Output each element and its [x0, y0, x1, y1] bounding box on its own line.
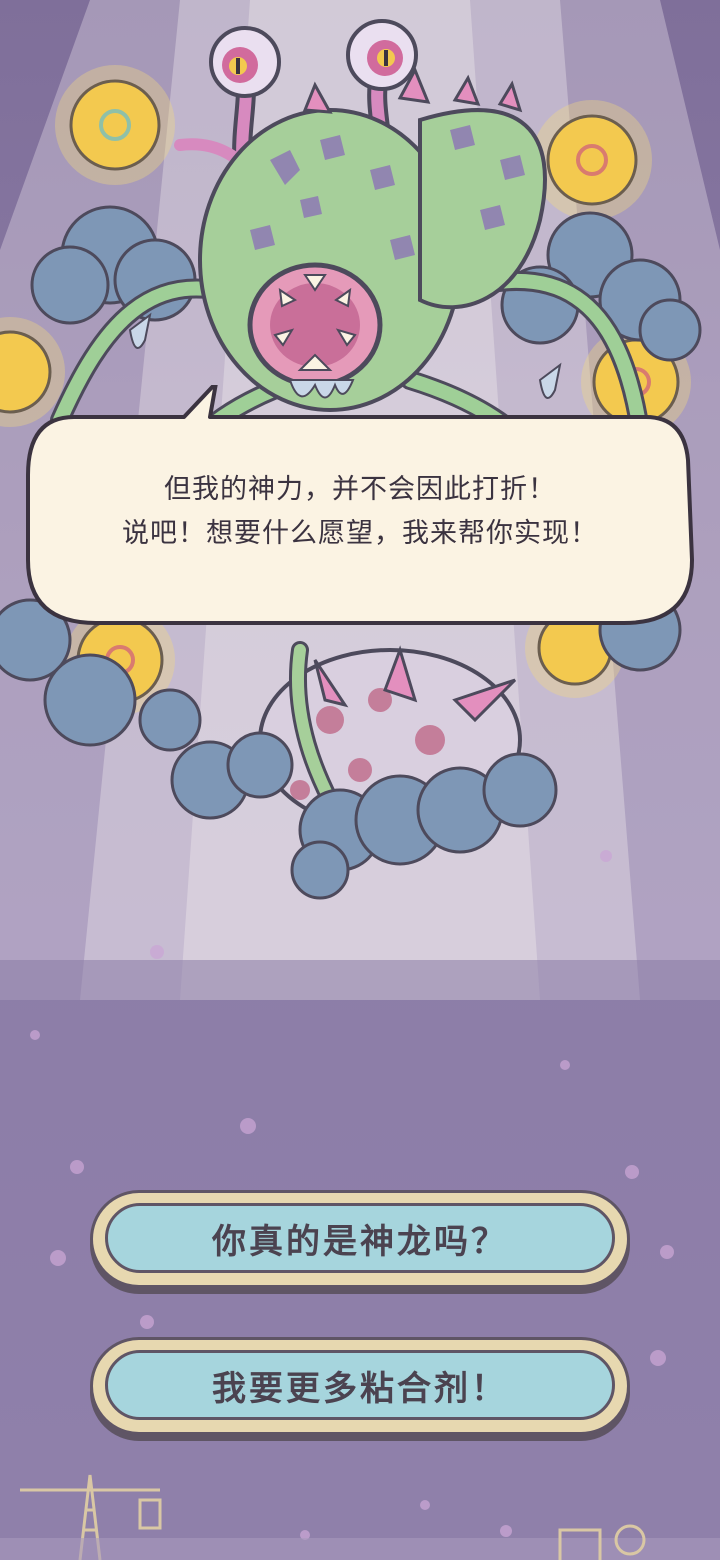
option-button-ask-dragon[interactable]: 你真的是神龙吗？ — [90, 1190, 630, 1288]
glowing-orb-icon — [532, 100, 652, 220]
dialogue-text: 但我的神力，并不会因此打折！ 说吧！想要什么愿望，我来帮你实现！ — [24, 468, 696, 556]
game-scene: 但我的神力，并不会因此打折！ 说吧！想要什么愿望，我来帮你实现！ 你真的是神龙吗… — [0, 0, 720, 1560]
ground-silhouette — [0, 1474, 720, 1560]
eyeball-icon — [209, 26, 281, 98]
dialogue-line-2: 说吧！想要什么愿望，我来帮你实现！ — [122, 518, 598, 549]
option-label: 你真的是神龙吗？ — [212, 1221, 508, 1262]
eyeball-icon — [346, 19, 418, 91]
glowing-orb-icon — [55, 65, 175, 185]
option-label: 我要更多粘合剂！ — [212, 1368, 508, 1409]
option-button-more-glue[interactable]: 我要更多粘合剂！ — [90, 1337, 630, 1435]
dialogue-line-1: 但我的神力，并不会因此打折！ — [164, 474, 556, 505]
